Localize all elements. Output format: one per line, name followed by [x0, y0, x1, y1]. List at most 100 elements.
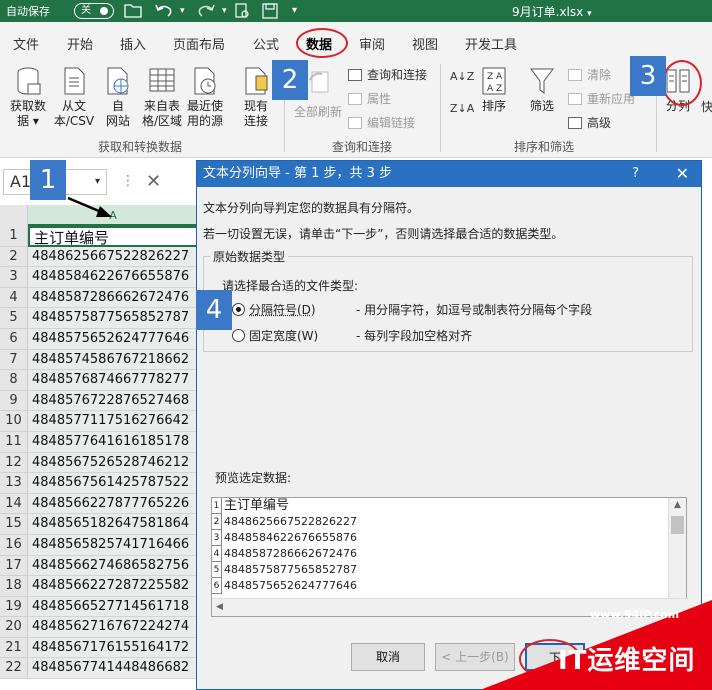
filter-funnel-icon	[528, 66, 556, 96]
row-header[interactable]: 13	[0, 473, 28, 494]
tab-insert[interactable]: 插入	[120, 34, 146, 53]
table-cell[interactable]: 4848567741448486682	[28, 658, 198, 679]
redo-icon[interactable]	[196, 3, 216, 23]
scroll-thumb[interactable]	[671, 516, 684, 534]
preview-vertical-scrollbar[interactable]: ▲	[668, 498, 686, 598]
advanced-filter-button[interactable]: 高级	[568, 114, 611, 131]
table-cell[interactable]: 4848565825741716466	[28, 535, 198, 556]
table-cell[interactable]: 4848574586767218662	[28, 350, 198, 371]
tab-developer[interactable]: 开发工具	[465, 34, 517, 53]
tab-home[interactable]: 开始	[67, 34, 93, 53]
cell-a1[interactable]: 主订单编号	[28, 226, 198, 247]
tab-review[interactable]: 审阅	[359, 34, 385, 53]
scroll-left-icon[interactable]: ◀	[216, 602, 223, 612]
fixed-width-description: - 每列字段加空格对齐	[356, 327, 472, 344]
row-header[interactable]: 14	[0, 494, 28, 515]
table-cell[interactable]: 4848567561425787522	[28, 473, 198, 494]
row-header[interactable]: 6	[0, 329, 28, 350]
table-cell[interactable]: 4848584622676655876	[28, 267, 198, 288]
radio-button[interactable]	[232, 329, 245, 342]
clear-filter-button[interactable]: 清除	[568, 66, 611, 83]
row-header[interactable]: 8	[0, 370, 28, 391]
tab-view[interactable]: 视图	[412, 34, 438, 53]
reapply-filter-button[interactable]: 重新应用	[568, 90, 635, 107]
print-preview-icon[interactable]	[234, 3, 250, 24]
table-cell[interactable]: 4848565182647581864	[28, 514, 198, 535]
table-cell[interactable]: 4848576874667778277	[28, 370, 198, 391]
cancel-button[interactable]: 取消	[351, 643, 425, 671]
cancel-icon[interactable]: ✕	[146, 171, 161, 192]
table-cell[interactable]: 4848575877565852787	[28, 308, 198, 329]
dialog-description: 文本分列向导判定您的数据具有分隔符。	[203, 199, 419, 216]
row-header[interactable]: 2	[0, 247, 28, 268]
scroll-up-icon[interactable]: ▲	[674, 500, 681, 510]
row-header[interactable]: 9	[0, 391, 28, 412]
row-header[interactable]: 15	[0, 514, 28, 535]
flash-fill-button[interactable]: 快	[701, 98, 712, 115]
save-icon[interactable]	[262, 3, 278, 24]
row-header[interactable]: 18	[0, 576, 28, 597]
row-header[interactable]: 19	[0, 597, 28, 618]
clear-filter-icon	[568, 69, 582, 81]
row-header[interactable]: 5	[0, 308, 28, 329]
table-cell[interactable]: 4848575652624777646	[28, 329, 198, 350]
preview-row: 2 4848625667522826227	[212, 514, 686, 530]
preview-rows: 1 主订单编号 2 4848625667522826227 3 4848584622676…	[212, 498, 686, 594]
row-header[interactable]: 12	[0, 453, 28, 474]
table-cell[interactable]: 4848566274686582756	[28, 556, 198, 577]
table-cell[interactable]: 4848562716767224274	[28, 617, 198, 638]
table-cell[interactable]: 4848577641616185178	[28, 432, 198, 453]
sort-button[interactable]: Z AA Z 排序	[474, 66, 514, 114]
sort-descending-button[interactable]: Z↓A	[450, 102, 474, 115]
recent-sources-button[interactable]: 最近使 用的源	[182, 66, 228, 129]
tab-formulas[interactable]: 公式	[253, 34, 279, 53]
row-header[interactable]: 4	[0, 288, 28, 309]
folder-icon[interactable]	[124, 3, 142, 23]
row-header[interactable]: 16	[0, 535, 28, 556]
from-text-csv-button[interactable]: 从文 本/CSV	[52, 66, 96, 129]
ribbon-tabs: 文件 开始 插入 页面布局 公式 数据 审阅 视图 开发工具	[0, 22, 712, 60]
table-cell[interactable]: 4848625667522826227	[28, 247, 198, 268]
row-header[interactable]: 1	[0, 226, 28, 247]
sort-ascending-button[interactable]: A↓Z	[450, 70, 474, 83]
table-cell[interactable]: 4848567176155164172	[28, 638, 198, 659]
from-web-button[interactable]: 自网站	[96, 66, 140, 129]
row-header[interactable]: 21	[0, 638, 28, 659]
help-icon[interactable]: ?	[632, 161, 639, 187]
radio-button[interactable]	[232, 303, 245, 316]
web-icon	[104, 66, 132, 96]
properties-button[interactable]: 属性	[348, 90, 391, 107]
preview-pane[interactable]: 1 主订单编号 2 4848625667522826227 3 4848584622676…	[211, 497, 687, 617]
table-cell[interactable]: 4848566527714561718	[28, 597, 198, 618]
step-badge-4: 4	[196, 290, 232, 330]
tab-file[interactable]: 文件	[13, 34, 39, 53]
row-header[interactable]: 11	[0, 432, 28, 453]
redo-dropdown-icon[interactable]: ▾	[222, 3, 227, 19]
get-data-button[interactable]: 获取数据 ▾	[6, 66, 50, 129]
table-cell[interactable]: 4848587286662672476	[28, 288, 198, 309]
radio-fixed-width[interactable]: 固定宽度(W) - 每列字段加空格对齐	[232, 327, 318, 344]
autosave-toggle[interactable]: 关	[74, 3, 114, 19]
from-table-range-button[interactable]: 来自表 格/区域	[138, 66, 186, 129]
close-icon[interactable]: ✕	[676, 161, 689, 187]
tab-page-layout[interactable]: 页面布局	[173, 34, 225, 53]
row-header[interactable]: 22	[0, 658, 28, 679]
undo-icon[interactable]	[154, 3, 174, 23]
edit-links-button[interactable]: 编辑链接	[348, 114, 415, 131]
row-header[interactable]: 3	[0, 267, 28, 288]
table-cell[interactable]: 4848566227287225582	[28, 576, 198, 597]
row-header[interactable]: 20	[0, 617, 28, 638]
table-cell[interactable]: 4848576722876527468	[28, 391, 198, 412]
row-header[interactable]: 7	[0, 350, 28, 371]
table-cell[interactable]: 4848567526528746212	[28, 453, 198, 474]
customize-toolbar-icon[interactable]: ▾	[292, 3, 297, 19]
filter-button[interactable]: 筛选	[522, 66, 562, 114]
row-header[interactable]: 10	[0, 411, 28, 432]
row-header[interactable]: 17	[0, 556, 28, 577]
table-cell[interactable]: 4848577117516276642	[28, 411, 198, 432]
queries-connections-button[interactable]: 查询和连接	[348, 66, 427, 83]
table-cell[interactable]: 4848566227877765226	[28, 494, 198, 515]
undo-dropdown-icon[interactable]: ▾	[180, 3, 185, 19]
select-all-corner[interactable]	[0, 205, 28, 226]
radio-delimited[interactable]: 分隔符号(D) - 用分隔字符，如逗号或制表符分隔每个字段	[232, 301, 316, 318]
